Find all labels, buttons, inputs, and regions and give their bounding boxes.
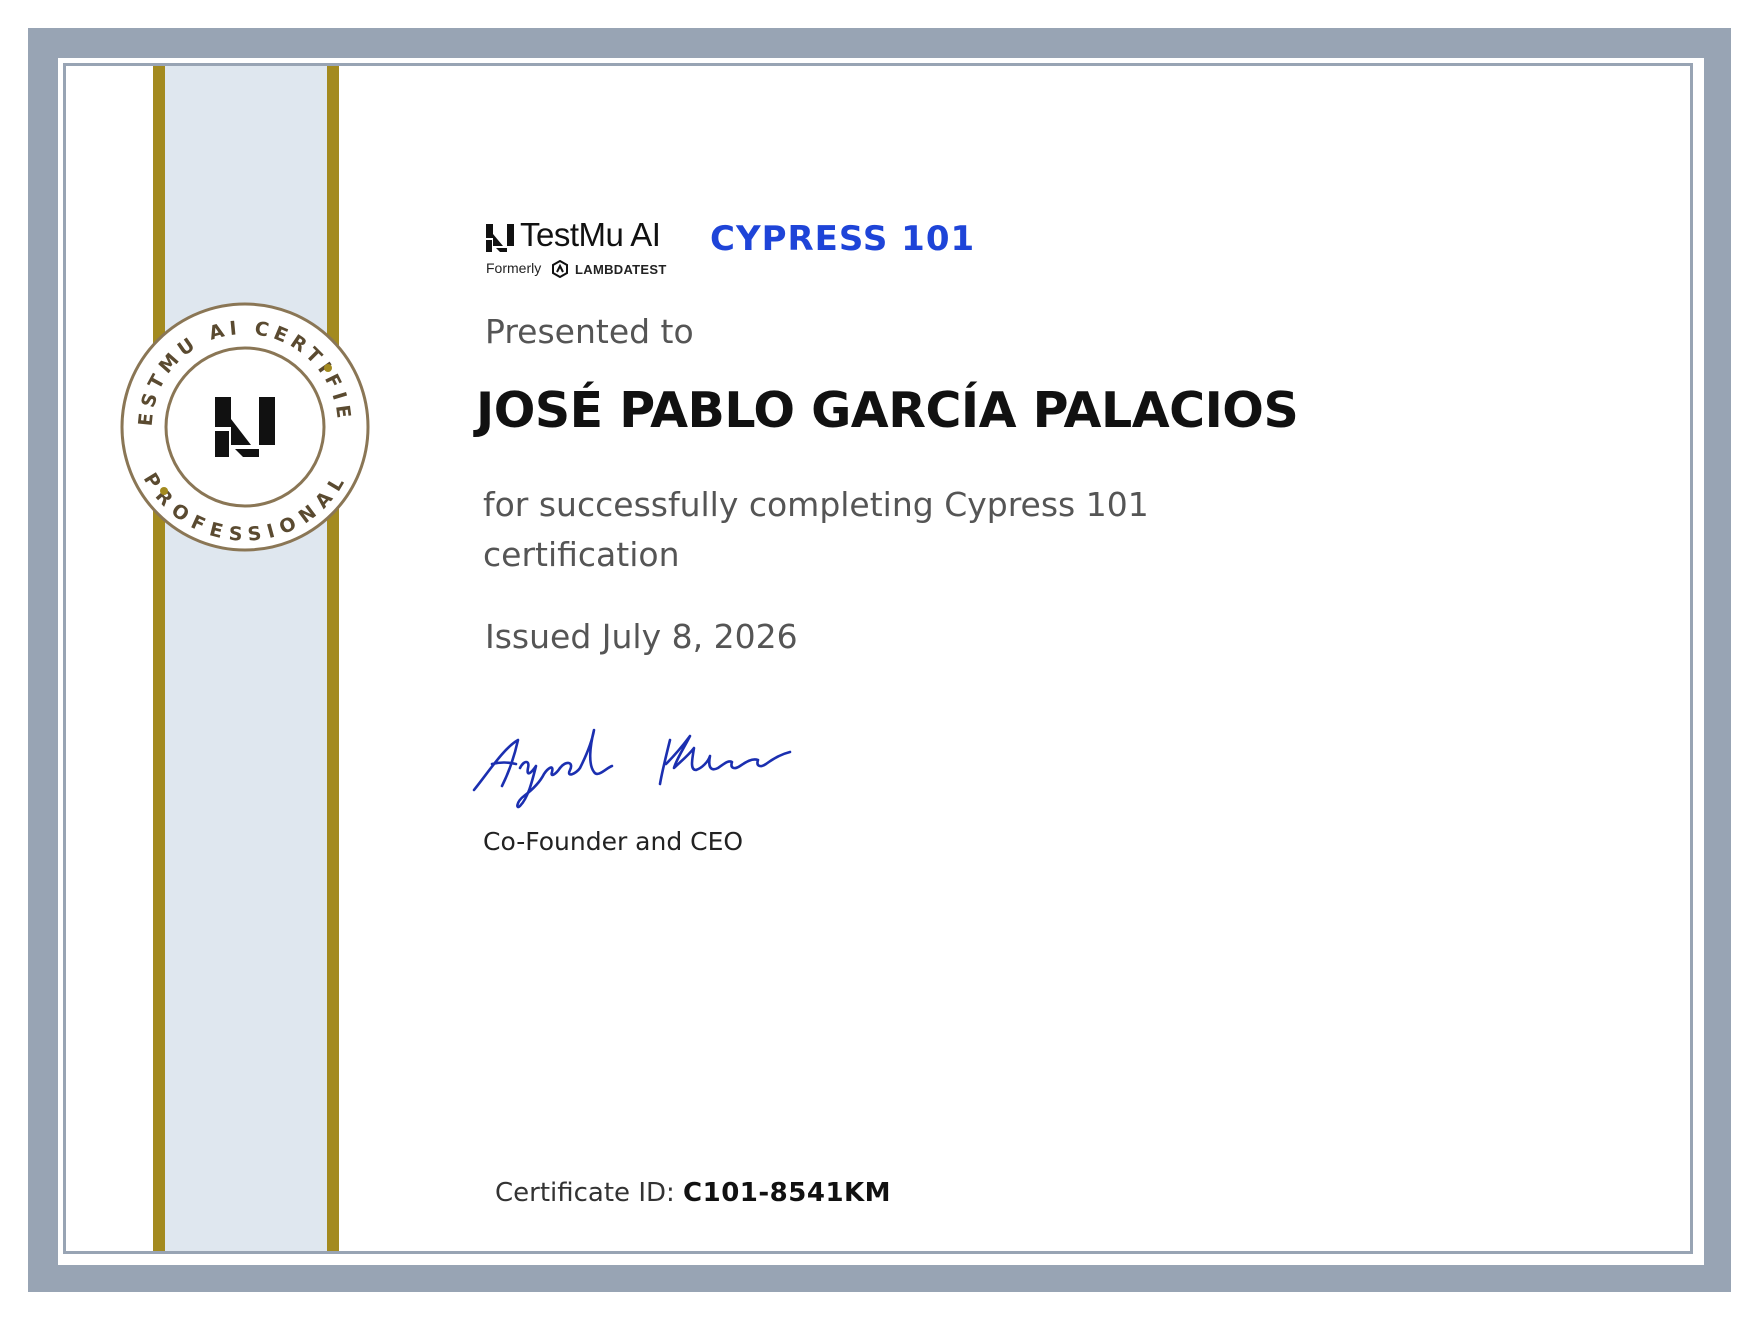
certificate-id-value: C101-8541KM (683, 1178, 892, 1208)
completion-reason: for successfully completing Cypress 101 … (483, 485, 1149, 574)
formerly-label: Formerly (486, 260, 542, 276)
lambdatest-logo-icon (552, 260, 569, 279)
issue-date: Issued July 8, 2026 (485, 617, 798, 656)
signer-title: Co-Founder and CEO (483, 827, 744, 856)
ceo-signature (472, 728, 792, 809)
course-title: CYPRESS 101 (710, 219, 976, 259)
formerly-line: Formerly LAMBDATEST (486, 260, 667, 279)
certified-seal-icon: TESTMU AI CERTIFIED PROFESSIONAL (118, 300, 370, 552)
certificate-id-label: Certificate ID: (495, 1178, 684, 1208)
testmu-logo-icon (486, 224, 514, 252)
brand-name: TestMu AI (520, 216, 661, 253)
side-ribbon (153, 66, 339, 1251)
certificate-id: Certificate ID: C101-8541KM (495, 1178, 891, 1208)
recipient-name: JOSÉ PABLO GARCÍA PALACIOS (476, 382, 1299, 439)
former-brand-name: LAMBDATEST (575, 261, 667, 277)
presented-to-label: Presented to (485, 312, 694, 351)
